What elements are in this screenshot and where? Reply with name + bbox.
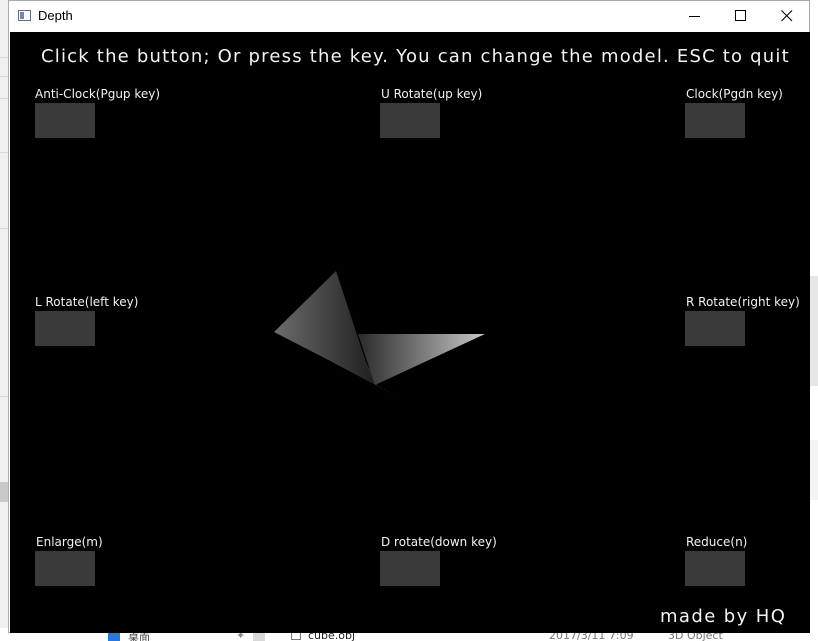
maximize-button[interactable]: [718, 1, 764, 31]
model-face-left: [274, 271, 375, 384]
depth-window: Depth Click the button; Or press the key…: [8, 0, 810, 633]
render-canvas[interactable]: Click the button; Or press the key. You …: [10, 32, 810, 633]
minimize-icon: [689, 16, 700, 17]
model-render: [274, 271, 485, 396]
close-icon: [781, 10, 793, 22]
minimize-button[interactable]: [672, 1, 718, 31]
close-button[interactable]: [764, 1, 810, 31]
credit-text: made by HQ: [660, 606, 787, 627]
window-title: Depth: [38, 8, 73, 23]
maximize-icon: [735, 10, 746, 21]
title-bar[interactable]: Depth: [9, 1, 809, 32]
background-right-strip: [810, 0, 818, 641]
model-face-right: [358, 334, 485, 385]
app-window-icon: [18, 10, 31, 21]
